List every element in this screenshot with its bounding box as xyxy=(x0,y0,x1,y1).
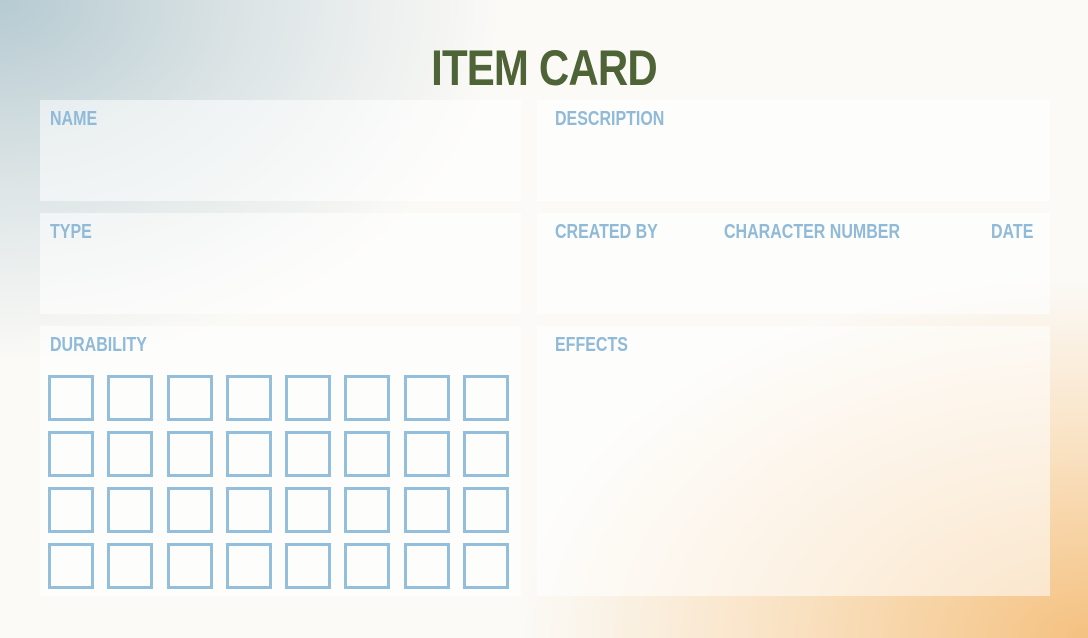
durability-checkbox[interactable] xyxy=(285,543,332,589)
durability-checkbox[interactable] xyxy=(48,375,94,421)
effects-field[interactable]: EFFECTS xyxy=(537,326,1050,596)
created-by-field[interactable]: CREATED BY CHARACTER NUMBER DATE xyxy=(537,213,1050,314)
character-number-label: CHARACTER NUMBER xyxy=(724,221,900,243)
durability-checkbox[interactable] xyxy=(166,375,213,421)
durability-checkbox[interactable] xyxy=(166,431,213,477)
type-field[interactable]: TYPE xyxy=(40,213,521,314)
durability-checkbox[interactable] xyxy=(344,543,391,589)
durability-checkbox[interactable] xyxy=(166,543,213,589)
name-field[interactable]: NAME xyxy=(40,100,521,201)
durability-checkbox[interactable] xyxy=(344,487,391,533)
description-field[interactable]: DESCRIPTION xyxy=(537,100,1050,201)
durability-checkbox[interactable] xyxy=(225,431,272,477)
durability-section: DURABILITY xyxy=(40,326,521,596)
durability-label: DURABILITY xyxy=(50,334,147,356)
durability-checkbox[interactable] xyxy=(225,487,272,533)
durability-checkbox[interactable] xyxy=(463,487,510,533)
durability-checkbox[interactable] xyxy=(225,375,272,421)
durability-checkbox[interactable] xyxy=(403,431,450,477)
name-label: NAME xyxy=(50,108,98,130)
durability-checkbox[interactable] xyxy=(344,431,391,477)
date-label: DATE xyxy=(991,221,1034,243)
durability-checkbox[interactable] xyxy=(463,375,510,421)
created-by-label: CREATED BY xyxy=(555,221,658,243)
durability-checkbox[interactable] xyxy=(285,375,332,421)
durability-checkbox[interactable] xyxy=(107,543,154,589)
durability-checkbox[interactable] xyxy=(403,375,450,421)
durability-checkbox[interactable] xyxy=(107,375,154,421)
durability-checkbox[interactable] xyxy=(107,487,154,533)
durability-checkbox[interactable] xyxy=(285,487,332,533)
durability-checkbox[interactable] xyxy=(403,543,450,589)
durability-checkbox[interactable] xyxy=(48,487,94,533)
durability-checkbox[interactable] xyxy=(344,375,391,421)
durability-checkbox[interactable] xyxy=(403,487,450,533)
durability-grid xyxy=(48,375,510,589)
durability-checkbox[interactable] xyxy=(107,431,154,477)
durability-checkbox[interactable] xyxy=(225,543,272,589)
durability-checkbox[interactable] xyxy=(463,543,510,589)
durability-checkbox[interactable] xyxy=(48,543,94,589)
description-label: DESCRIPTION xyxy=(555,108,665,130)
durability-checkbox[interactable] xyxy=(166,487,213,533)
card-title: ITEM CARD xyxy=(431,40,658,96)
durability-checkbox[interactable] xyxy=(285,431,332,477)
type-label: TYPE xyxy=(50,221,92,243)
durability-checkbox[interactable] xyxy=(48,431,94,477)
durability-checkbox[interactable] xyxy=(463,431,510,477)
effects-label: EFFECTS xyxy=(555,334,628,356)
